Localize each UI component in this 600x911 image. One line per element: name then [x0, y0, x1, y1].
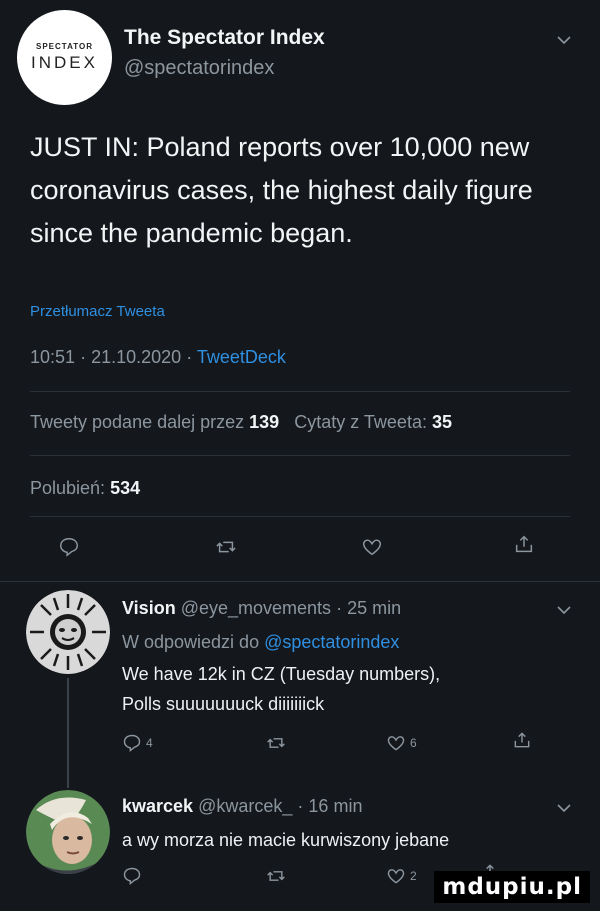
retweet-icon[interactable]: [215, 536, 237, 558]
likes-label: Polubień:: [30, 478, 106, 498]
retweet-icon: [267, 738, 285, 748]
like-icon[interactable]: [361, 536, 383, 558]
divider: [30, 391, 570, 392]
thread-line: [67, 678, 69, 788]
retweets-label: Tweety podane dalej przez: [30, 412, 245, 432]
reply-text-line1: We have 12k in CZ (Tuesday numbers),: [122, 664, 441, 684]
avatar-text-top: SPECTATOR: [35, 42, 93, 51]
reply-retweet-button[interactable]: [266, 866, 286, 886]
chevron-down-icon[interactable]: [556, 800, 572, 816]
reply-to: W odpowiedzi do @spectatorindex: [122, 632, 399, 653]
meta-separator: ·: [336, 598, 343, 618]
reply-to-label: W odpowiedzi do: [122, 632, 260, 652]
reply-text-line2: Polls suuuuuuuck diiiiiiick: [122, 694, 325, 714]
tweet-date: 21.10.2020: [91, 347, 182, 367]
quotes-count: 35: [431, 412, 453, 432]
like-icon: [387, 736, 405, 751]
like-count: 6: [410, 736, 417, 750]
quotes-label: Cytaty z Tweeta:: [294, 412, 427, 432]
tweet-text: JUST IN: Poland reports over 10,000 new …: [30, 132, 533, 248]
likes-stat[interactable]: Polubień: 534: [30, 478, 140, 499]
reply-time: 25 min: [347, 598, 402, 618]
site-watermark: mdupiu.pl: [434, 871, 590, 903]
reply-to-handle[interactable]: @spectatorindex: [264, 632, 399, 652]
translate-link[interactable]: Przetłumacz Tweeta: [30, 303, 165, 320]
like-count: 2: [410, 869, 417, 883]
chevron-down-icon[interactable]: [556, 602, 572, 618]
likes-count: 534: [110, 478, 141, 498]
author-avatar[interactable]: SPECTATOR INDEX: [17, 10, 112, 105]
reply-icon[interactable]: [58, 536, 80, 558]
divider: [30, 455, 570, 456]
tweet-meta: 10:51 · 21.10.2020 · TweetDeck: [30, 347, 286, 368]
retweet-quote-stats: Tweety podane dalej przez 139 Cytaty z T…: [30, 412, 452, 433]
retweets-stat[interactable]: Tweety podane dalej przez 139: [30, 412, 284, 432]
reply-text-line1: a wy morza nie macie kurwiszony jebane: [122, 830, 450, 850]
reply-author-handle[interactable]: @kwarcek_: [198, 796, 292, 816]
reply-reply-button[interactable]: 4: [122, 733, 153, 753]
quotes-stat[interactable]: Cytaty z Tweeta: 35: [294, 412, 452, 432]
reply-icon: [123, 734, 141, 752]
meta-separator: ·: [297, 796, 304, 816]
tweet-source-link[interactable]: TweetDeck: [197, 347, 286, 367]
reply-author-name[interactable]: Vision: [122, 598, 176, 618]
author-handle[interactable]: @spectatorindex: [124, 57, 274, 80]
reply-count: 4: [146, 736, 153, 750]
reply-author-name[interactable]: kwarcek: [122, 796, 193, 816]
meta-separator: ·: [80, 347, 87, 367]
reply-reply-button[interactable]: [122, 866, 142, 886]
reply-avatar-vision[interactable]: [26, 590, 110, 674]
reply-like-button[interactable]: 2: [386, 866, 417, 886]
chevron-down-icon[interactable]: [556, 32, 572, 48]
tweet-time: 10:51: [30, 347, 76, 367]
reply-time: 16 min: [308, 796, 363, 816]
reply-retweet-button[interactable]: [266, 733, 286, 753]
reply-author-handle[interactable]: @eye_movements: [181, 598, 331, 618]
share-icon[interactable]: [513, 533, 535, 555]
divider: [30, 516, 570, 517]
retweets-count: 139: [249, 412, 280, 432]
avatar-text-bottom: INDEX: [31, 53, 98, 72]
reply-avatar-kwarcek[interactable]: [26, 790, 110, 874]
reply-like-button[interactable]: 6: [386, 733, 417, 753]
divider: [0, 581, 600, 582]
share-icon: [514, 732, 530, 748]
reply-header: Vision @eye_movements · 25 min: [122, 598, 401, 619]
reply-header: kwarcek @kwarcek_ · 16 min: [122, 796, 362, 817]
retweet-icon: [267, 871, 285, 881]
reply-share-button[interactable]: [512, 730, 532, 750]
like-icon: [387, 869, 405, 884]
meta-separator: ·: [186, 347, 193, 367]
author-name[interactable]: The Spectator Index: [124, 26, 325, 50]
reply-icon: [123, 867, 141, 885]
